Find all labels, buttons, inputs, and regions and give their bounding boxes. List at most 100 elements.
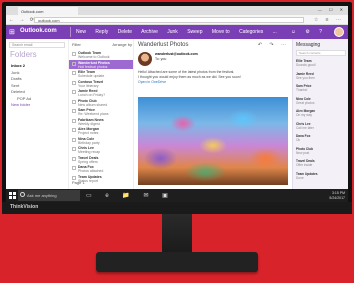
- contact-item[interactable]: Ellie Team Sounds good!: [296, 59, 346, 69]
- divider: [70, 27, 71, 37]
- monitor-bezel: ThinkVision: [2, 202, 352, 214]
- contact-last-message: Thanks!: [296, 88, 308, 92]
- browser-menu-icons[interactable]: ☆ ≡ ⋯: [314, 17, 344, 23]
- message-checkbox[interactable]: [72, 175, 76, 180]
- nav-buttons[interactable]: ← → ⟳: [9, 17, 36, 23]
- message-checkbox[interactable]: [72, 118, 76, 123]
- message-checkbox[interactable]: [72, 156, 76, 161]
- windows-taskbar: Ask me anything ▭ e 📁 ✉ ▣ 3:15 PM 5/24/2…: [6, 189, 348, 202]
- message-checkbox[interactable]: [72, 137, 76, 142]
- contact-last-message: Offer inside: [296, 163, 313, 167]
- sender-avatar: [138, 52, 152, 66]
- contact-last-message: Sounds good!: [296, 63, 316, 67]
- message-checkbox[interactable]: [72, 99, 76, 104]
- address-bar-row: ← → ⟳ outlook.com ☆ ≡ ⋯: [6, 15, 348, 25]
- message-checkbox[interactable]: [72, 147, 76, 151]
- junk-button[interactable]: Junk: [167, 29, 178, 35]
- contact-item[interactable]: Chris Lee Call me later: [296, 122, 346, 132]
- cortana-search-box[interactable]: Ask me anything: [18, 190, 80, 201]
- window-controls[interactable]: — ☐ ✕: [318, 7, 346, 12]
- more-button[interactable]: ...: [273, 29, 277, 35]
- message-row[interactable]: Jamie Reed Lunch on Friday?: [69, 88, 133, 97]
- message-subject: Welcome to Outlook: [78, 55, 110, 59]
- message-row[interactable]: Alex Morgan Project notes: [69, 126, 133, 135]
- search-mail-input[interactable]: Search email: [9, 42, 65, 48]
- message-subject: Schedule update: [78, 74, 105, 78]
- message-checkbox[interactable]: [72, 128, 76, 132]
- filter-button[interactable]: Filter: [72, 42, 81, 47]
- outlook-logo[interactable]: Outlook.com: [20, 28, 57, 34]
- message-checkbox[interactable]: [72, 71, 76, 75]
- contact-last-message: See you then: [296, 75, 315, 80]
- contact-item[interactable]: Team Updates Done: [296, 172, 346, 182]
- app-launcher-icon[interactable]: ⊞: [9, 28, 15, 36]
- message-subject: Project notes: [78, 131, 99, 135]
- header-icons[interactable]: ☺ ⚙ ?: [291, 29, 326, 35]
- email-subject: Wanderlust Photos: [138, 42, 189, 48]
- message-row[interactable]: Fabrikam News Weekly digest: [69, 117, 133, 126]
- recipient-line: To: you: [155, 56, 167, 61]
- message-row[interactable]: Chris Lee Meeting recap: [69, 145, 133, 154]
- message-row[interactable]: Travel Deals Spring offers: [69, 155, 133, 164]
- message-row[interactable]: Nina Cole Birthday party: [69, 136, 133, 145]
- sender-info: wanderlust@outlook.com To: you: [155, 52, 198, 61]
- outlook-top-bar: ⊞ Outlook.com New Reply Delete Archive J…: [6, 25, 348, 39]
- message-checkbox[interactable]: [72, 90, 76, 94]
- message-row[interactable]: Wanderlust Photos Holi festival photos: [69, 59, 133, 69]
- contact-item[interactable]: Jamie Reed See you then: [296, 72, 346, 82]
- search-icon: [20, 192, 25, 197]
- message-checkbox[interactable]: [72, 80, 76, 85]
- message-subject: Your itinerary: [78, 83, 99, 88]
- address-bar[interactable]: outlook.com: [34, 17, 304, 23]
- delete-button[interactable]: Delete: [118, 29, 132, 35]
- message-row[interactable]: Photo Club New album shared: [69, 98, 133, 107]
- contact-item[interactable]: Sam Price Thanks!: [296, 84, 346, 94]
- categories-button[interactable]: Categories: [239, 29, 263, 35]
- message-checkbox[interactable]: [72, 166, 76, 170]
- onedrive-link[interactable]: Open in OneDrive: [138, 80, 288, 85]
- folders-pane: Search email Folders Inbox 2 Junk Drafts…: [6, 39, 68, 189]
- sweep-button[interactable]: Sweep: [187, 29, 202, 35]
- message-row[interactable]: Dana Fox Photos attached: [69, 164, 133, 173]
- new-folder-link[interactable]: New folder: [11, 102, 31, 109]
- contact-item[interactable]: Nina Cole Great photos: [296, 97, 346, 107]
- message-checkbox[interactable]: [72, 109, 76, 113]
- contacts-search-input[interactable]: Search contacts: [296, 50, 346, 56]
- message-row[interactable]: Contoso Travel Your itinerary: [69, 79, 133, 88]
- start-icon[interactable]: [9, 192, 16, 199]
- messaging-pane: Messaging Search contacts Ellie Team Soun…: [292, 39, 348, 189]
- message-row[interactable]: Sam Price Re: Weekend plans: [69, 107, 133, 116]
- message-checkbox[interactable]: [72, 61, 76, 66]
- message-row[interactable]: Ellie Team Schedule update: [69, 69, 133, 78]
- messaging-title: Messaging: [296, 42, 321, 48]
- contact-item[interactable]: Dana Fox Ok: [296, 134, 346, 144]
- message-subject: New album shared: [78, 102, 108, 107]
- contact-last-message: Done: [296, 175, 304, 180]
- screen: Outlook.com — ☐ ✕ ← → ⟳ outlook.com ☆ ≡ …: [6, 6, 348, 202]
- move-to-button[interactable]: Move to: [212, 29, 230, 35]
- sender-name[interactable]: wanderlust@outlook.com: [155, 52, 198, 56]
- cortana-placeholder: Ask me anything: [27, 193, 57, 198]
- contact-item[interactable]: Alex Morgan On my way: [296, 109, 346, 119]
- monitor-stand-base: [96, 252, 258, 272]
- user-avatar[interactable]: [334, 27, 344, 37]
- taskbar-apps[interactable]: ▭ e 📁 ✉ ▣: [86, 192, 174, 199]
- system-tray[interactable]: 3:15 PM 5/24/2017: [329, 191, 345, 200]
- reading-tools[interactable]: ↶ ↷ ⋯: [258, 42, 289, 48]
- browser-tab[interactable]: Outlook.com: [18, 7, 78, 15]
- contact-last-message: Call me later: [296, 125, 314, 130]
- festival-photo: [138, 97, 288, 185]
- message-subject: Status report: [78, 178, 99, 183]
- contact-last-message: Ok: [296, 138, 301, 142]
- message-row[interactable]: Outlook Team Welcome to Outlook: [69, 50, 133, 59]
- monitor: Outlook.com — ☐ ✕ ← → ⟳ outlook.com ☆ ≡ …: [2, 2, 352, 214]
- contact-last-message: Great photos: [296, 100, 315, 105]
- arrange-by-button[interactable]: Arrange by: [112, 42, 132, 47]
- new-button[interactable]: New: [76, 29, 86, 35]
- pagination[interactable]: Page 1: [72, 180, 85, 185]
- contact-item[interactable]: Photo Club New post: [296, 147, 346, 157]
- message-checkbox[interactable]: [72, 52, 76, 56]
- reply-button[interactable]: Reply: [95, 29, 108, 35]
- archive-button[interactable]: Archive: [141, 29, 158, 35]
- contact-item[interactable]: Travel Deals Offer inside: [296, 159, 346, 169]
